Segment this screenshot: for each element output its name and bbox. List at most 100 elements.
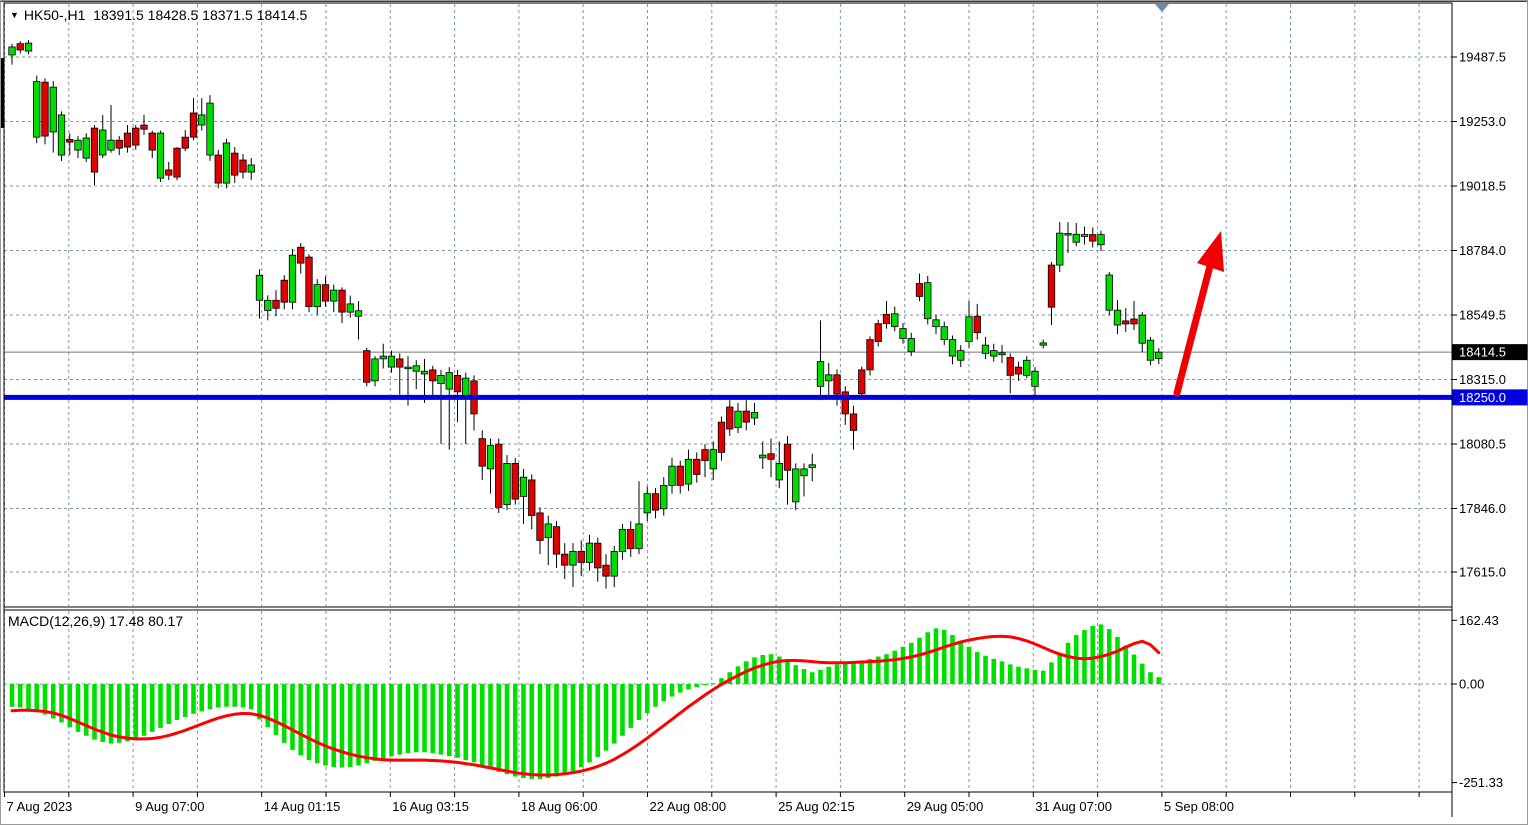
bear-candle	[67, 139, 74, 142]
macd-histogram-bar	[1041, 671, 1046, 684]
bear-candle	[273, 300, 280, 308]
bull-candle	[982, 345, 989, 353]
macd-histogram-bar	[488, 684, 493, 769]
bull-candle	[1081, 235, 1088, 237]
bear-candle	[339, 290, 346, 312]
macd-histogram-bar	[290, 684, 295, 750]
macd-histogram-bar	[1024, 668, 1029, 684]
macd-histogram-bar	[991, 659, 996, 684]
macd-histogram-bar	[950, 635, 955, 684]
bull-candle	[966, 317, 973, 342]
macd-histogram-bar	[381, 684, 386, 759]
bull-candle	[949, 340, 956, 357]
bear-candle	[454, 375, 461, 392]
macd-histogram-bar	[546, 684, 551, 778]
macd-histogram-bar	[859, 660, 864, 684]
bull-candle	[314, 285, 321, 307]
macd-histogram-bar	[587, 684, 592, 762]
bear-candle	[834, 375, 841, 394]
macd-axis-label: 162.43	[1459, 613, 1499, 628]
macd-histogram-bar	[835, 664, 840, 684]
macd-histogram-bar	[208, 684, 213, 709]
time-axis-label: 22 Aug 08:00	[650, 799, 727, 814]
bull-candle	[50, 87, 57, 132]
macd-histogram-bar	[125, 684, 130, 741]
macd-histogram-bar	[26, 684, 31, 709]
macd-histogram-bar	[645, 684, 650, 713]
bull-candle	[661, 485, 668, 508]
macd-histogram-bar	[1008, 664, 1013, 684]
macd-histogram-bar	[84, 684, 89, 736]
bull-candle	[933, 320, 940, 327]
macd-histogram-bar	[34, 684, 39, 711]
macd-histogram-bar	[604, 684, 609, 751]
bear-candle	[595, 543, 602, 568]
bear-candle	[768, 454, 775, 460]
bull-candle	[1147, 340, 1154, 360]
macd-histogram-bar	[356, 684, 361, 766]
macd-histogram-bar	[1066, 643, 1071, 684]
macd-histogram-bar	[315, 684, 320, 763]
macd-histogram-bar	[670, 684, 675, 697]
bull-candle	[735, 411, 742, 428]
macd-histogram-bar	[282, 684, 287, 743]
macd-histogram-bar	[389, 684, 394, 756]
macd-histogram-bar	[653, 684, 658, 707]
bull-candle	[751, 413, 758, 419]
bear-candle	[141, 125, 148, 129]
macd-histogram-bar	[686, 684, 691, 689]
bull-candle	[1024, 360, 1031, 375]
time-axis-label: 29 Aug 05:00	[907, 799, 984, 814]
macd-histogram-bar	[562, 684, 567, 774]
bear-candle	[512, 463, 519, 499]
macd-histogram-bar	[752, 657, 757, 684]
price-axis-label: 19253.0	[1459, 114, 1506, 129]
macd-histogram-bar	[158, 684, 163, 728]
macd-histogram-bar	[92, 684, 97, 740]
bull-candle	[108, 140, 115, 150]
bull-candle	[908, 339, 915, 352]
chart-title: ▼HK50-,H1 18391.5 18428.5 18371.5 18414.…	[10, 7, 307, 23]
bull-candle	[817, 362, 824, 387]
macd-histogram-bar	[595, 684, 600, 757]
macd-histogram-bar	[769, 654, 774, 684]
macd-histogram-bar	[942, 630, 947, 684]
macd-histogram-bar	[554, 684, 559, 777]
macd-histogram-bar	[620, 684, 625, 736]
bear-candle	[727, 407, 734, 429]
macd-histogram-bar	[364, 684, 369, 763]
bull-candle	[1065, 233, 1072, 235]
macd-histogram-bar	[117, 684, 122, 743]
macd-histogram-bar	[983, 656, 988, 684]
macd-histogram-bar	[480, 684, 485, 766]
bear-candle	[974, 316, 981, 333]
bear-candle	[1123, 321, 1130, 324]
macd-histogram-bar	[1107, 629, 1112, 684]
macd-histogram-bar	[150, 684, 155, 732]
current-price-tag-label: 18414.5	[1459, 345, 1506, 360]
bear-candle	[174, 148, 181, 177]
bull-candle	[809, 465, 816, 468]
symbol-dropdown-icon[interactable]: ▼	[10, 10, 19, 20]
macd-histogram-bar	[1049, 662, 1054, 684]
support-hline-object[interactable]	[4, 395, 1452, 400]
bear-candle	[718, 422, 725, 452]
macd-histogram-bar	[694, 684, 699, 687]
bear-candle	[743, 411, 750, 422]
macd-histogram-bar	[18, 684, 23, 708]
bull-candle	[793, 469, 800, 502]
bear-candle	[603, 565, 610, 576]
macd-histogram-bar	[463, 684, 468, 760]
chart-canvas[interactable]: 19487.519253.019018.518784.018549.518315…	[0, 0, 1528, 825]
bear-candle	[578, 551, 585, 562]
bull-candle	[644, 494, 651, 513]
price-axis-label: 18549.5	[1459, 308, 1506, 323]
bear-candle	[677, 466, 684, 485]
time-axis-label: 18 Aug 06:00	[521, 799, 598, 814]
bear-candle	[124, 133, 131, 147]
macd-histogram-bar	[331, 684, 336, 767]
macd-histogram-bar	[166, 684, 171, 724]
bull-candle	[34, 82, 41, 138]
mt4-chart-window: 19487.519253.019018.518784.018549.518315…	[0, 0, 1528, 825]
bull-candle	[331, 290, 338, 301]
